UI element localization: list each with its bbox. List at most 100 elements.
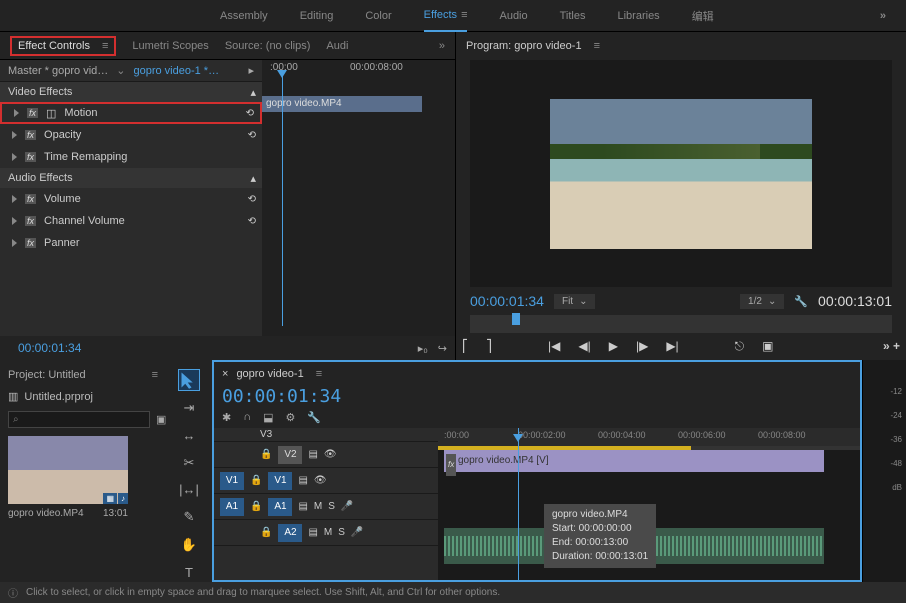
video-effects-category[interactable]: Video Effects ▴	[0, 82, 262, 102]
more-tabs-icon[interactable]: »	[439, 40, 445, 52]
voiceover-icon[interactable]: 🎤	[351, 527, 363, 538]
audio-tab[interactable]: Audi	[326, 40, 348, 52]
lock-icon[interactable]: 🔒	[250, 475, 262, 486]
step-back-icon[interactable]: ◀|	[578, 339, 590, 354]
project-title[interactable]: Project: Untitled	[8, 369, 86, 381]
ec-playhead[interactable]	[282, 76, 283, 326]
track-a2-target[interactable]: A2	[278, 524, 302, 542]
workspace-editing[interactable]: Editing	[300, 0, 334, 32]
program-canvas[interactable]	[470, 60, 892, 287]
expand-icon[interactable]	[12, 217, 17, 225]
motion-effect[interactable]: fx ◫ Motion ⟲	[0, 102, 262, 124]
track-a1-source[interactable]: A1	[220, 498, 244, 516]
workspace-color[interactable]: Color	[365, 0, 391, 32]
resolution-dropdown[interactable]: 1/2 ⌄	[740, 294, 784, 309]
razor-tool[interactable]: ✂	[179, 453, 199, 472]
project-search-input[interactable]	[8, 411, 150, 428]
reset-button[interactable]: ⟲	[248, 216, 256, 227]
track-v2-label[interactable]: V2	[278, 446, 302, 464]
hand-tool[interactable]: ✋	[179, 535, 199, 554]
snap-icon[interactable]: ✱	[222, 411, 231, 424]
track-select-forward-tool[interactable]: ⇥	[179, 398, 199, 417]
lock-icon[interactable]: 🔒	[260, 449, 272, 460]
channel-volume-effect[interactable]: fx Channel Volume ⟲	[0, 210, 262, 232]
track-v3[interactable]: V3	[214, 428, 438, 442]
lock-icon[interactable]: 🔒	[260, 527, 272, 538]
expand-icon[interactable]	[12, 239, 17, 247]
hamburger-icon[interactable]	[148, 369, 158, 381]
close-tab-icon[interactable]: ×	[222, 368, 228, 380]
hamburger-icon[interactable]	[590, 40, 600, 52]
ec-current-time[interactable]: 00:00:01:34	[8, 335, 91, 361]
program-scrubber[interactable]	[470, 315, 892, 333]
toggle-output-icon[interactable]: ▤	[298, 475, 307, 486]
effect-controls-tab[interactable]: Effect Controls	[10, 36, 116, 56]
play-icon[interactable]: ▶	[609, 339, 618, 354]
timeline-canvas[interactable]: :00:00 00:00:02:00 00:00:04:00 00:00:06:…	[438, 428, 860, 580]
wrench-icon[interactable]: 🔧	[307, 411, 321, 424]
program-title[interactable]: Program: gopro video-1	[466, 40, 582, 52]
audio-effects-category[interactable]: Audio Effects ▴	[0, 168, 262, 188]
master-clip-row[interactable]: Master * gopro vid… ⌄ gopro video-1 *… ▸	[0, 60, 262, 82]
linked-selection-icon[interactable]: ∩	[243, 411, 251, 424]
effect-controls-timeline[interactable]: :00:00 00:00:08:00 gopro video.MP4	[262, 60, 455, 336]
hamburger-icon[interactable]	[312, 368, 322, 380]
program-time[interactable]: 00:00:01:34	[470, 293, 544, 309]
toggle-output-icon[interactable]: ▤	[308, 449, 317, 460]
sequence-name[interactable]: gopro video-1	[236, 368, 303, 380]
panner-effect[interactable]: fx Panner	[0, 232, 262, 254]
track-v1[interactable]: V1 🔒 V1 ▤ 👁	[214, 468, 438, 494]
voiceover-icon[interactable]: 🎤	[341, 501, 353, 512]
more-transport-icon[interactable]: » +	[883, 339, 900, 354]
workspace-edit-cn[interactable]: 编辑	[692, 0, 714, 32]
loop-icon[interactable]: ↪	[438, 342, 447, 355]
track-v2[interactable]: 🔒 V2 ▤ 👁	[214, 442, 438, 468]
type-tool[interactable]: T	[179, 563, 199, 582]
mark-in-icon[interactable]: ⎡	[462, 339, 468, 354]
workspace-assembly[interactable]: Assembly	[220, 0, 268, 32]
eye-icon[interactable]: 👁	[314, 475, 327, 486]
hamburger-icon[interactable]	[98, 40, 108, 52]
track-a1-target[interactable]: A1	[268, 498, 292, 516]
lift-icon[interactable]: ⎋	[735, 339, 745, 354]
workspace-effects[interactable]: Effects	[424, 0, 468, 32]
expand-icon[interactable]	[12, 195, 17, 203]
toggle-output-icon[interactable]: ▤	[308, 527, 317, 538]
ec-clip-bar[interactable]: gopro video.MP4	[262, 96, 422, 112]
marker-icon[interactable]: ⬓	[263, 411, 273, 424]
mute-button[interactable]: M	[314, 501, 322, 512]
workspace-libraries[interactable]: Libraries	[618, 0, 660, 32]
wrench-icon[interactable]: 🔧	[794, 295, 808, 308]
reset-button[interactable]: ⟲	[248, 130, 256, 141]
export-frame-icon[interactable]: ▣	[762, 339, 773, 354]
clip-thumbnail[interactable]: ▦♪	[8, 436, 128, 504]
play-only-icon[interactable]: ▸₀	[418, 342, 428, 355]
track-a2[interactable]: 🔒 A2 ▤ M S 🎤	[214, 520, 438, 546]
reset-button[interactable]: ⟲	[246, 108, 254, 119]
timeline-playhead[interactable]	[518, 428, 519, 580]
slip-tool[interactable]: |↔|	[179, 480, 199, 499]
fit-dropdown[interactable]: Fit ⌄	[554, 294, 596, 309]
project-file-row[interactable]: ▥ Untitled.prproj	[8, 386, 158, 407]
clip-name[interactable]: gopro video.MP4	[8, 508, 84, 519]
track-v1-source[interactable]: V1	[220, 472, 244, 490]
pen-tool[interactable]: ✎	[179, 508, 199, 527]
go-to-out-icon[interactable]: ▶|	[666, 339, 678, 354]
source-tab[interactable]: Source: (no clips)	[225, 40, 311, 52]
mark-out-icon[interactable]: ⎤	[486, 339, 492, 354]
expand-icon[interactable]	[14, 109, 19, 117]
timeline-timecode[interactable]: 00:00:01:34	[214, 386, 860, 407]
volume-effect[interactable]: fx Volume ⟲	[0, 188, 262, 210]
track-v1-target[interactable]: V1	[268, 472, 292, 490]
workspace-titles[interactable]: Titles	[560, 0, 586, 32]
mute-button[interactable]: M	[324, 527, 332, 538]
settings-icon[interactable]: ⚙	[286, 411, 296, 424]
lumetri-scopes-tab[interactable]: Lumetri Scopes	[132, 40, 208, 52]
reset-button[interactable]: ⟲	[248, 194, 256, 205]
timeline-ruler[interactable]: :00:00 00:00:02:00 00:00:04:00 00:00:06:…	[438, 428, 860, 450]
expand-icon[interactable]	[12, 153, 17, 161]
time-remapping-effect[interactable]: fx Time Remapping	[0, 146, 262, 168]
eye-icon[interactable]: 👁	[324, 449, 337, 460]
sequence-link[interactable]: gopro video-1 *…	[133, 65, 219, 77]
toggle-output-icon[interactable]: ▤	[298, 501, 307, 512]
